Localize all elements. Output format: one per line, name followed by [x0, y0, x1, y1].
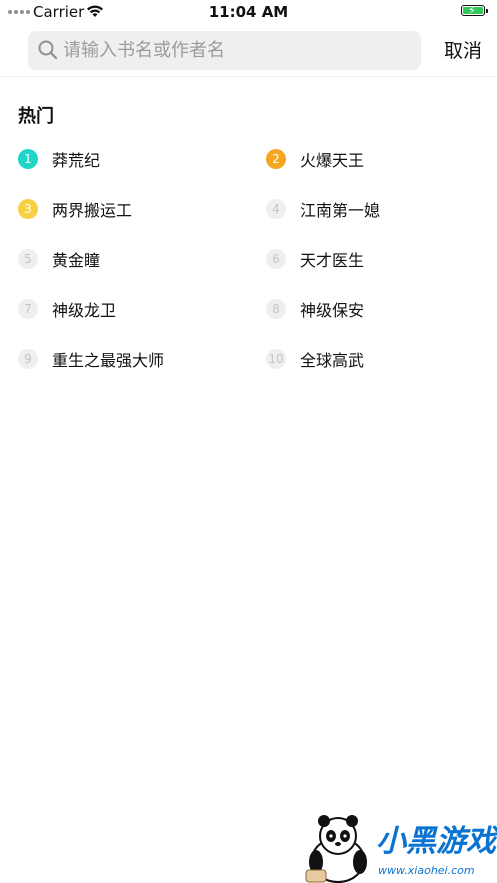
hot-item-10[interactable]: 10 全球高武 — [266, 344, 364, 374]
hot-item-label: 重生之最强大师 — [52, 351, 165, 370]
watermark-logo: 小黑游戏 www.xiaohei.com — [300, 812, 497, 883]
hot-item-8[interactable]: 8 神级保安 — [266, 294, 364, 324]
status-bar: Carrier 11:04 AM ⚡ — [0, 0, 497, 24]
rank-badge: 7 — [18, 299, 38, 319]
hot-item-label: 神级龙卫 — [52, 301, 117, 320]
rank-badge: 1 — [18, 149, 38, 169]
hot-item-label: 天才医生 — [300, 251, 365, 270]
hot-section-title: 热门 — [18, 106, 54, 127]
rank-badge: 6 — [266, 249, 286, 269]
hot-item-label: 黄金瞳 — [52, 251, 101, 270]
rank-badge: 5 — [18, 249, 38, 269]
battery-icon: ⚡ — [461, 4, 485, 17]
hot-item-3[interactable]: 3 两界搬运工 — [18, 194, 132, 224]
hot-item-9[interactable]: 9 重生之最强大师 — [18, 344, 164, 374]
rank-badge: 4 — [266, 199, 286, 219]
hot-item-5[interactable]: 5 黄金瞳 — [18, 244, 100, 274]
header-divider — [0, 76, 497, 77]
search-input[interactable] — [63, 31, 413, 70]
search-icon — [38, 40, 58, 60]
hot-item-label: 江南第一媳 — [300, 201, 381, 220]
hot-item-label: 神级保安 — [300, 301, 365, 320]
hot-item-6[interactable]: 6 天才医生 — [266, 244, 364, 274]
watermark-url: www.xiaohei.com — [378, 864, 475, 877]
rank-badge: 3 — [18, 199, 38, 219]
hot-item-label: 莽荒纪 — [52, 151, 101, 170]
battery-tip — [486, 9, 488, 13]
hot-item-label: 两界搬运工 — [52, 201, 133, 220]
hot-item-label: 全球高武 — [300, 351, 365, 370]
panda-icon — [305, 815, 367, 883]
hot-item-4[interactable]: 4 江南第一媳 — [266, 194, 380, 224]
hot-item-1[interactable]: 1 莽荒纪 — [18, 144, 100, 174]
rank-badge: 10 — [266, 349, 286, 369]
watermark-name: 小黑游戏 — [376, 824, 496, 859]
cancel-button[interactable]: 取消 — [444, 36, 482, 63]
hot-item-7[interactable]: 7 神级龙卫 — [18, 294, 116, 324]
hot-item-label: 火爆天王 — [300, 151, 365, 170]
rank-badge: 8 — [266, 299, 286, 319]
rank-badge: 9 — [18, 349, 38, 369]
hot-item-2[interactable]: 2 火爆天王 — [266, 144, 364, 174]
search-box[interactable] — [28, 31, 421, 70]
clock: 11:04 AM — [208, 3, 289, 21]
rank-badge: 2 — [266, 149, 286, 169]
